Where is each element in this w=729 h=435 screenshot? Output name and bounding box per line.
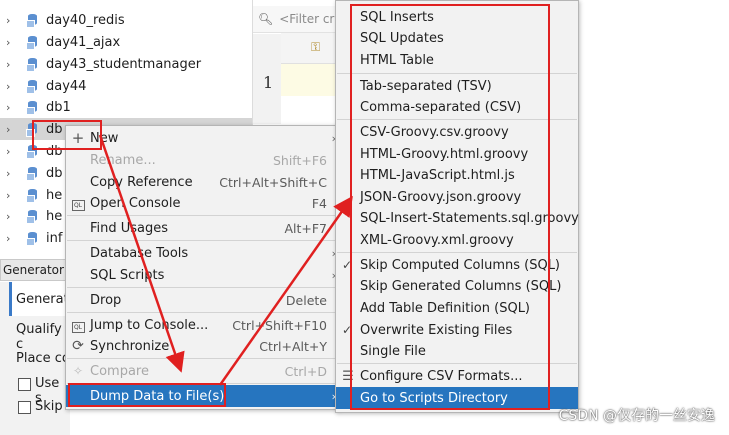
- watermark: CSDN @仅存的一丝安逸: [558, 408, 715, 424]
- arrow-tree-to-dump: [98, 134, 185, 373]
- arrow-dump-to-submenu: [218, 195, 353, 386]
- annotation-arrows: [98, 134, 353, 386]
